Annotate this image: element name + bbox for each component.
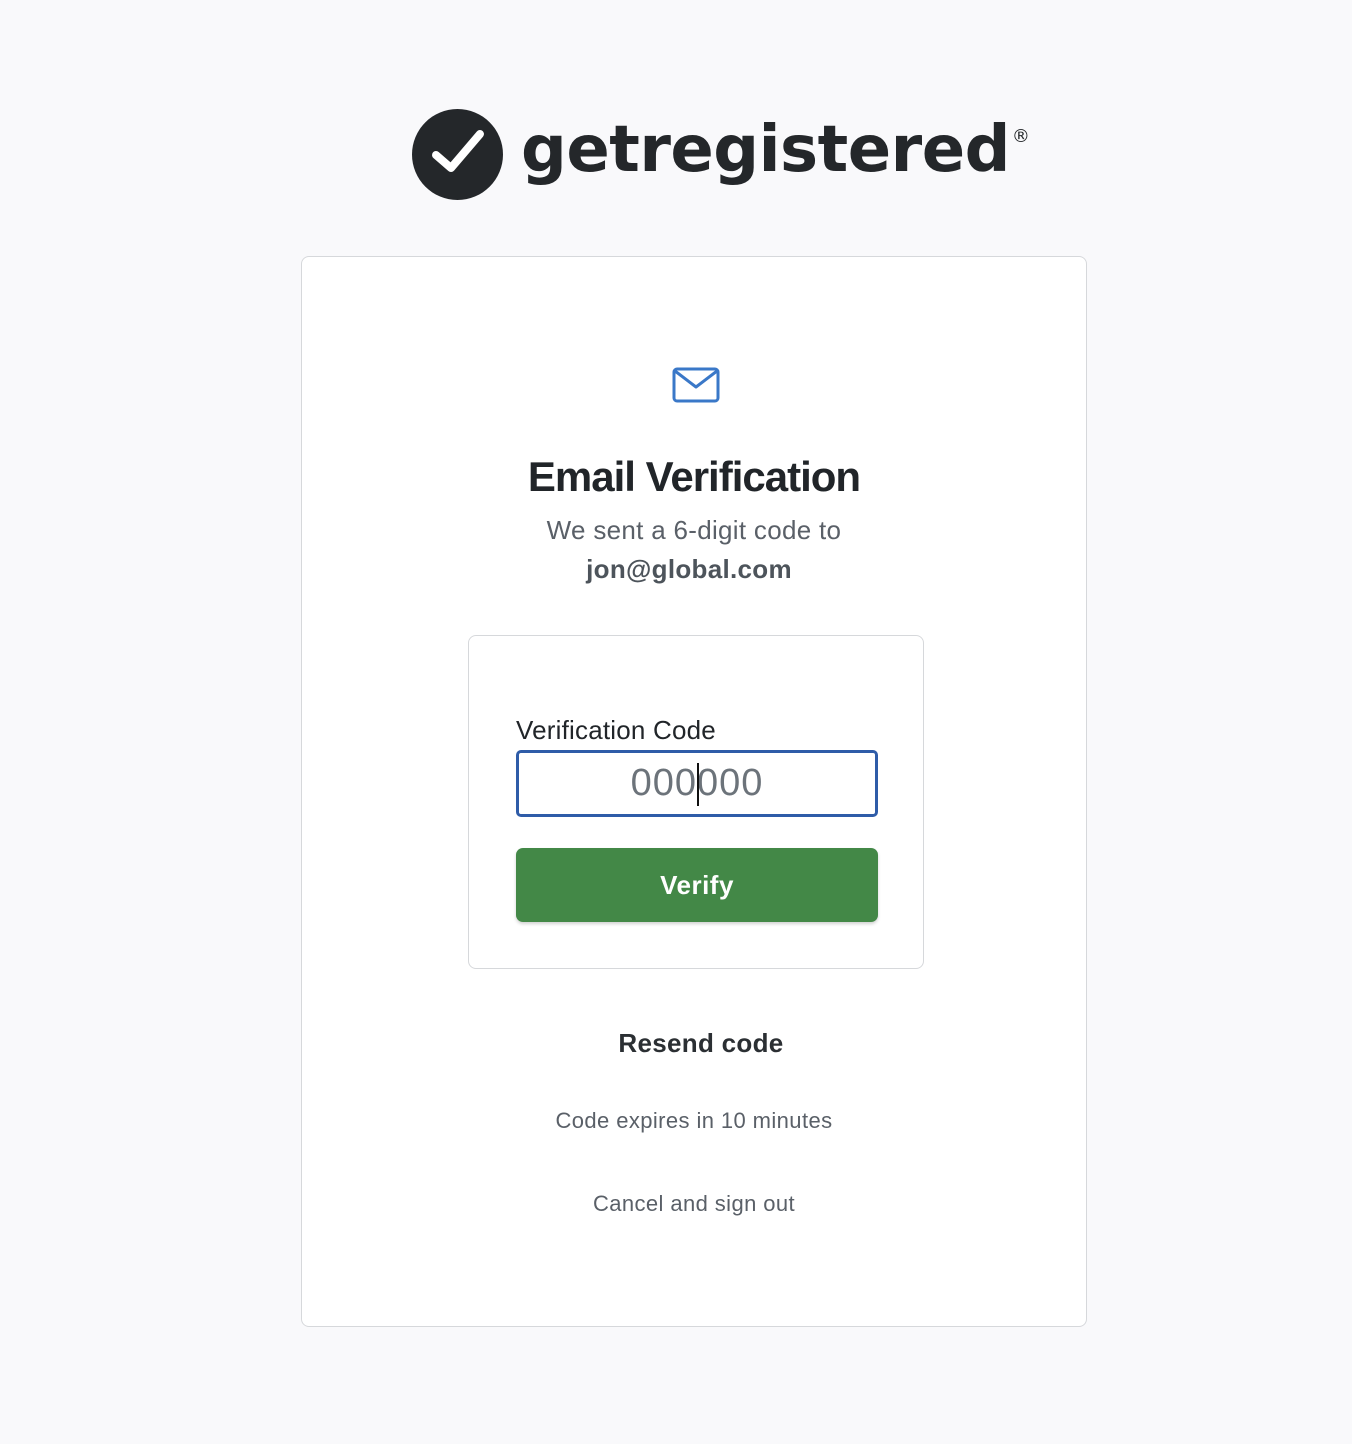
page-title: Email Verification	[527, 453, 861, 500]
verify-button[interactable]: Verify	[516, 848, 878, 922]
envelope-icon	[672, 367, 720, 403]
verification-card: Email Verification We sent a 6-digit cod…	[301, 256, 1087, 1327]
verification-form: Verification Code Verify	[468, 635, 924, 969]
cancel-sign-out-link[interactable]: Cancel and sign out	[302, 1191, 1086, 1217]
expiry-notice: Code expires in 10 minutes	[555, 1108, 833, 1133]
verification-code-label: Verification Code	[516, 715, 716, 745]
brand-logo: getregistered ®	[412, 108, 1030, 200]
text-caret	[697, 763, 699, 806]
recipient-email: jon@global.com	[586, 554, 792, 584]
check-circle-icon	[412, 108, 503, 200]
brand-name: getregistered	[521, 113, 1010, 187]
subtitle-text: We sent a 6-digit code to	[546, 515, 842, 545]
resend-code-link[interactable]: Resend code	[302, 1028, 1100, 1059]
registered-mark: ®	[1011, 125, 1030, 147]
